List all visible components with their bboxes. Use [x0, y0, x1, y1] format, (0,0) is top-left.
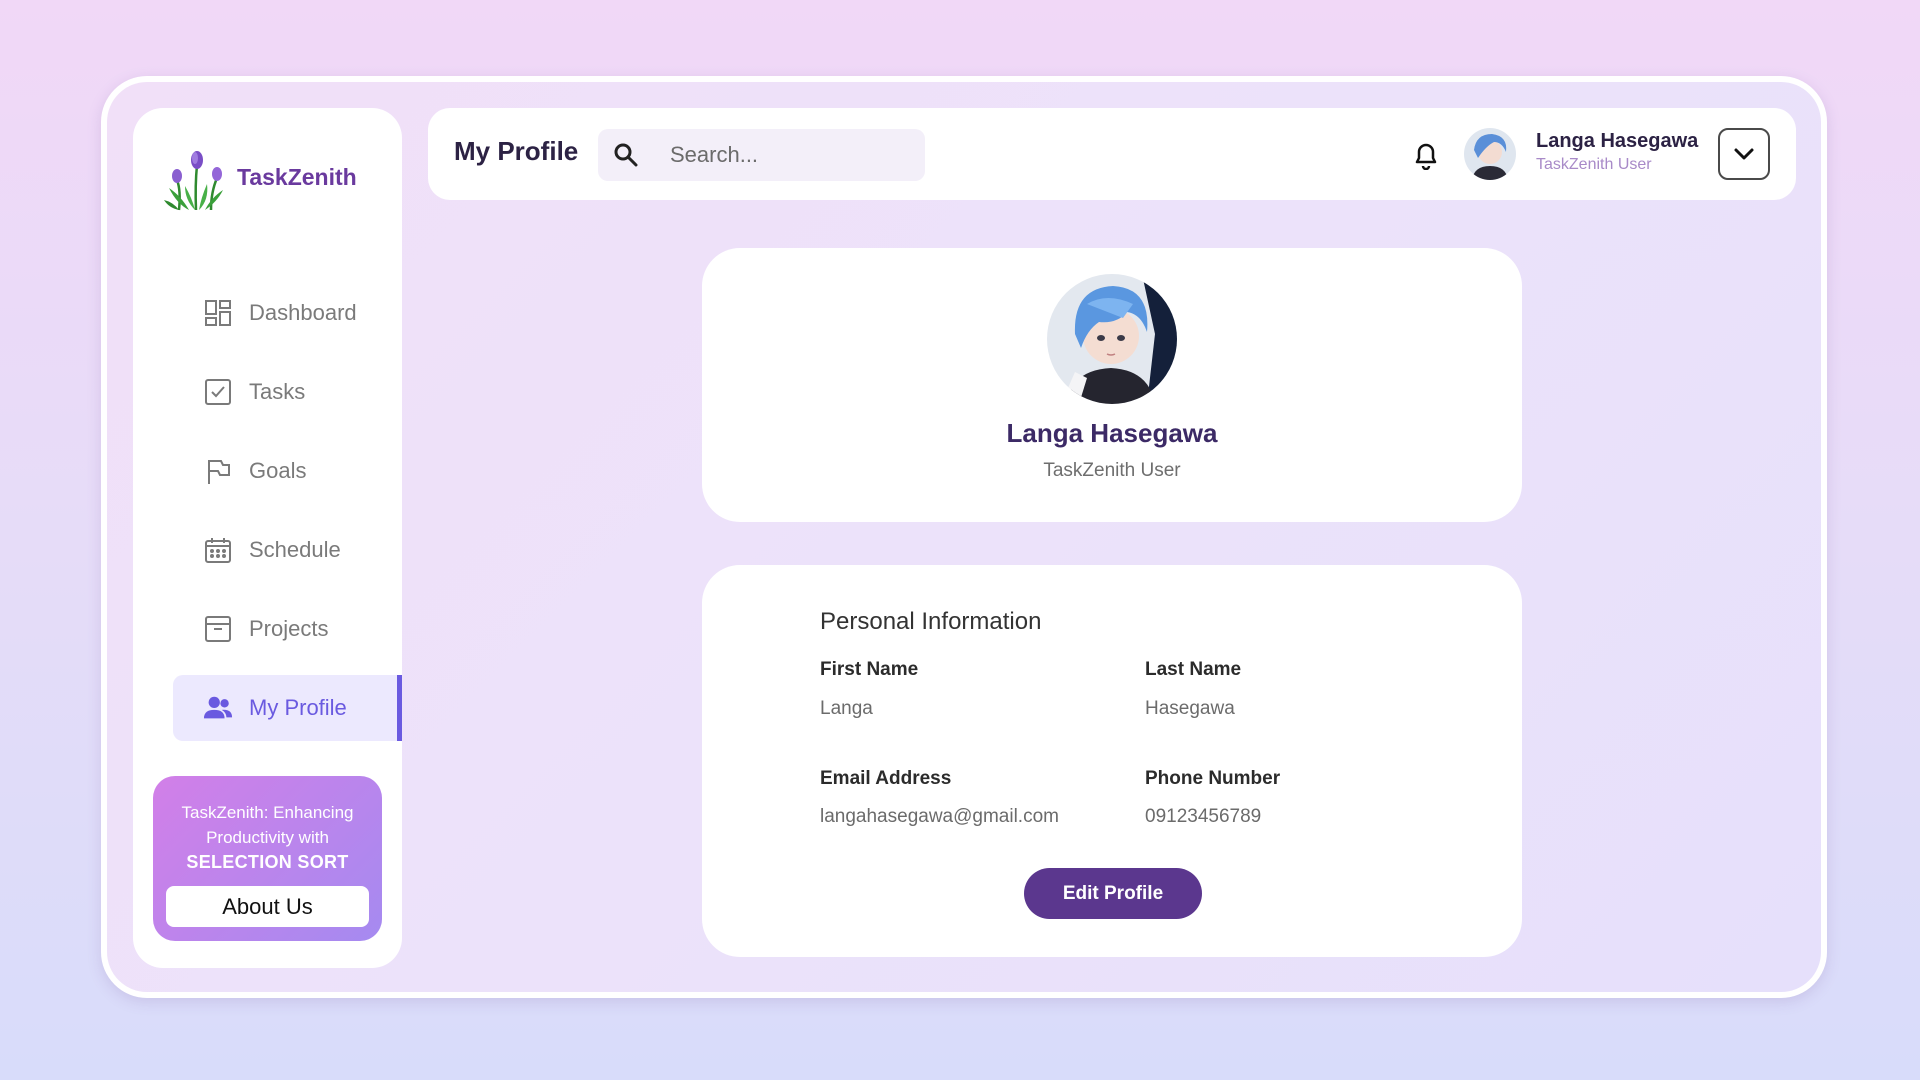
- profile-name: Langa Hasegawa: [1006, 418, 1218, 448]
- sidebar-item-goals[interactable]: Goals: [173, 438, 402, 504]
- header-user-name: Langa Hasegawa: [1536, 130, 1699, 152]
- search-input[interactable]: [670, 142, 910, 168]
- about-us-button[interactable]: About Us: [166, 886, 369, 927]
- promo-text: TaskZenith: Enhancing: [181, 803, 354, 822]
- email-label: Email Address: [820, 768, 952, 789]
- brand-name: TaskZenith: [237, 163, 357, 190]
- first-name-value: Langa: [820, 698, 873, 719]
- sidebar-item-my-profile[interactable]: My Profile: [173, 675, 402, 741]
- sidebar-item-label: Schedule: [249, 537, 341, 562]
- search-icon: [614, 143, 638, 167]
- sidebar-item-schedule[interactable]: Schedule: [173, 517, 402, 583]
- phone-value: 09123456789: [1145, 806, 1262, 827]
- profile-role: TaskZenith User: [1043, 460, 1181, 481]
- calendar-icon: [203, 535, 233, 565]
- promo-text: Productivity with: [206, 828, 329, 847]
- personal-info-card: Personal Information First Name Langa La…: [702, 565, 1522, 957]
- section-title: Personal Information: [820, 608, 1042, 635]
- search-bar[interactable]: [598, 129, 925, 181]
- bell-icon[interactable]: [1412, 140, 1440, 170]
- app-window: TaskZenith Dashboard Tasks Goals Schedul…: [101, 76, 1827, 998]
- flag-icon: [203, 456, 233, 486]
- top-header: My Profile Langa Hasegawa: [428, 108, 1796, 200]
- page-title: My Profile: [454, 136, 579, 166]
- users-icon: [203, 693, 233, 723]
- first-name-label: First Name: [820, 659, 919, 680]
- archive-icon: [203, 614, 233, 644]
- profile-avatar: [1047, 274, 1177, 404]
- last-name-label: Last Name: [1145, 659, 1242, 680]
- sidebar-item-label: Tasks: [249, 379, 306, 404]
- promo-highlight: SELECTION SORT: [186, 852, 349, 872]
- last-name-value: Hasegawa: [1145, 698, 1235, 719]
- brand[interactable]: TaskZenith: [159, 140, 357, 214]
- sidebar-item-label: Projects: [249, 616, 329, 641]
- sidebar-item-projects[interactable]: Projects: [173, 596, 402, 662]
- sidebar-item-label: Goals: [249, 458, 307, 483]
- sidebar-item-label: Dashboard: [249, 300, 357, 325]
- profile-card: Langa Hasegawa TaskZenith User: [702, 248, 1522, 522]
- promo-card: TaskZenith: Enhancing Productivity with …: [153, 776, 382, 941]
- app-background: TaskZenith Dashboard Tasks Goals Schedul…: [107, 82, 1821, 992]
- header-user-info: Langa Hasegawa TaskZenith User: [1536, 130, 1698, 174]
- email-value: langahasegawa@gmail.com: [820, 806, 1059, 827]
- avatar[interactable]: [1464, 128, 1516, 180]
- sidebar: TaskZenith Dashboard Tasks Goals Schedul…: [133, 108, 402, 968]
- header-user-role: TaskZenith User: [1536, 156, 1652, 173]
- sidebar-nav: Dashboard Tasks Goals Schedule Projects …: [173, 280, 402, 754]
- sidebar-item-tasks[interactable]: Tasks: [173, 359, 402, 425]
- checkbox-icon: [203, 377, 233, 407]
- edit-profile-button[interactable]: Edit Profile: [1024, 868, 1202, 919]
- sidebar-item-label: My Profile: [249, 695, 347, 720]
- phone-label: Phone Number: [1145, 768, 1281, 789]
- user-menu-button[interactable]: [1718, 128, 1770, 180]
- chevron-down-icon: [1734, 148, 1754, 160]
- dashboard-icon: [203, 298, 233, 328]
- tulip-logo-icon: [164, 151, 223, 211]
- sidebar-item-dashboard[interactable]: Dashboard: [173, 280, 402, 346]
